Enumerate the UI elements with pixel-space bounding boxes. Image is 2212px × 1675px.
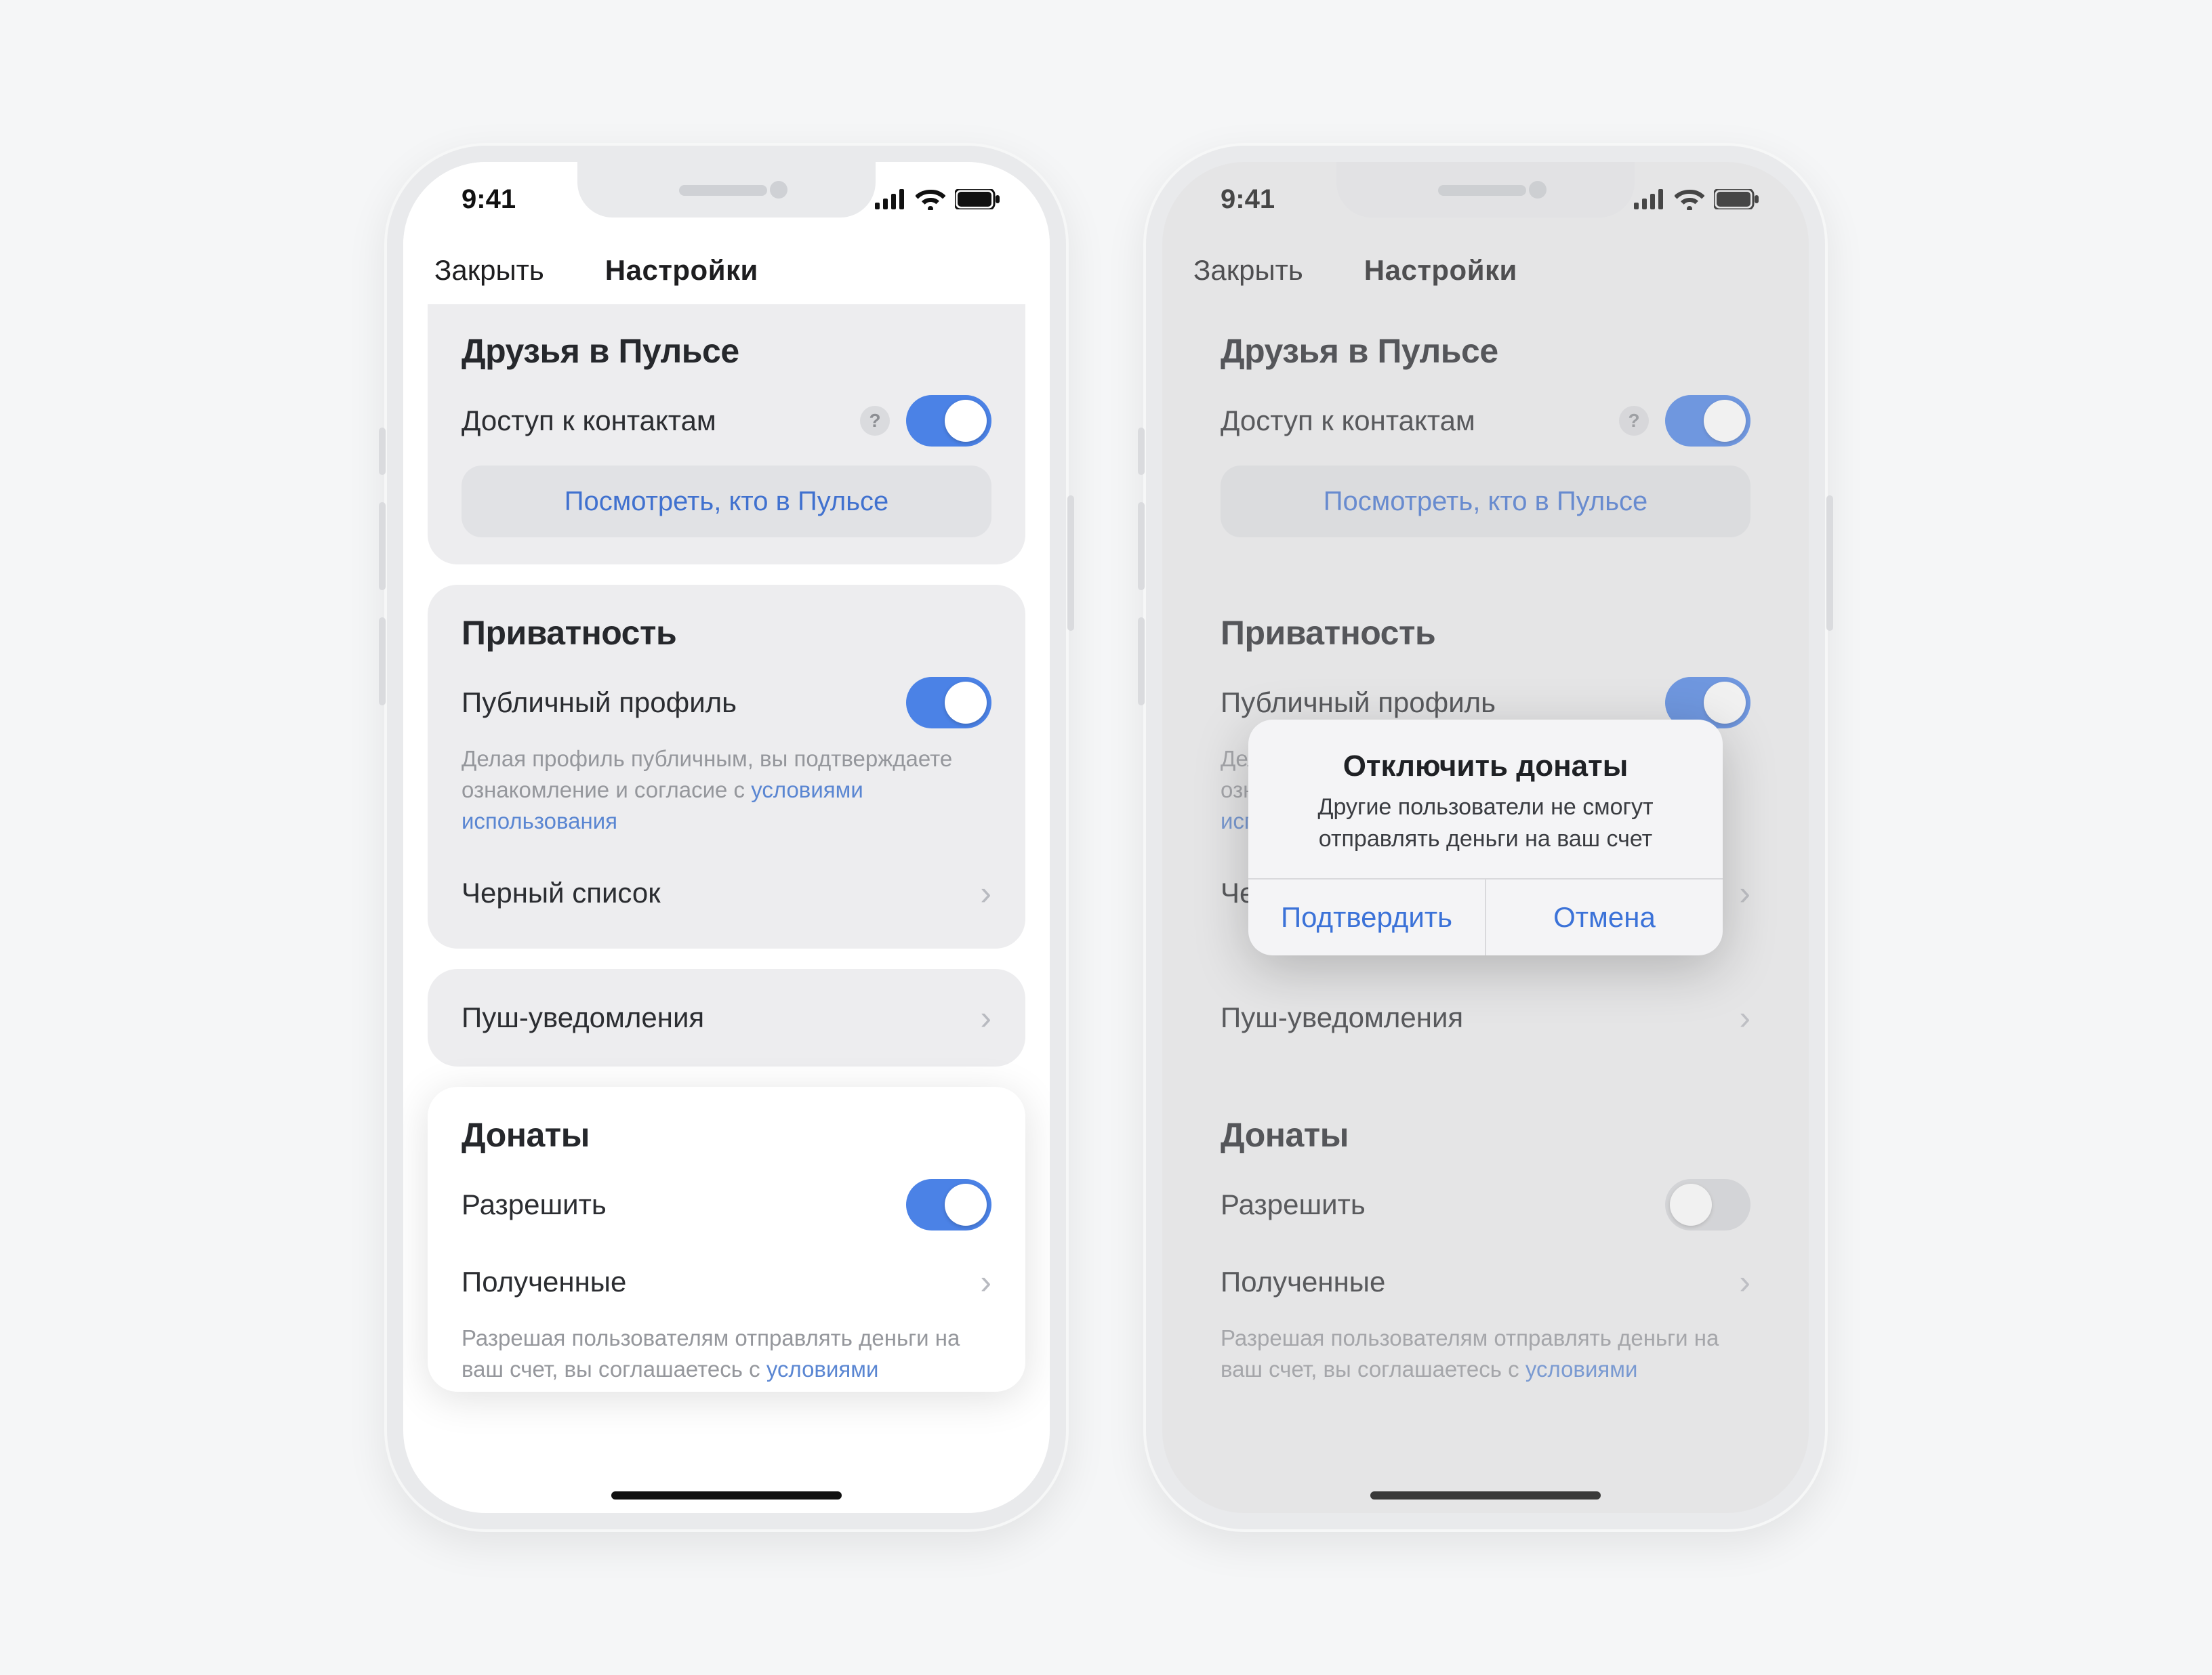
notch — [577, 162, 876, 218]
confirm-dialog: Отключить донаты Другие пользователи не … — [1248, 720, 1723, 955]
view-pulse-button[interactable]: Посмотреть, кто в Пульсе — [462, 466, 991, 537]
alert-message: Другие пользователи не смогут отправлять… — [1275, 791, 1696, 855]
public-profile-label: Публичный профиль — [462, 686, 737, 719]
battery-icon — [955, 189, 1000, 209]
alert-title: Отключить донаты — [1275, 749, 1696, 783]
push-label: Пуш-уведомления — [462, 1001, 704, 1034]
contacts-label: Доступ к контактам — [462, 405, 716, 437]
allow-toggle[interactable] — [906, 1179, 991, 1231]
received-row[interactable]: Полученные › — [462, 1247, 991, 1317]
confirm-button[interactable]: Подтвердить — [1248, 880, 1485, 955]
cancel-button[interactable]: Отмена — [1485, 880, 1723, 955]
cellular-icon — [875, 189, 906, 209]
screen: 9:41 Закрыть Настройки Друзья в Пульсе Д… — [403, 162, 1050, 1513]
wifi-icon — [916, 188, 945, 210]
navbar: Закрыть Настройки — [403, 236, 1050, 304]
home-indicator[interactable] — [611, 1491, 842, 1500]
chevron-right-icon: › — [980, 998, 991, 1037]
contacts-row: Доступ к контактам ? — [462, 386, 991, 456]
phone-mockup-left: 9:41 Закрыть Настройки Друзья в Пульсе Д… — [384, 143, 1069, 1532]
help-icon[interactable]: ? — [860, 406, 890, 436]
alert-backdrop[interactable]: Отключить донаты Другие пользователи не … — [1162, 162, 1809, 1513]
donates-title: Донаты — [462, 1115, 991, 1155]
chevron-right-icon: › — [980, 1262, 991, 1302]
status-icons — [875, 188, 1000, 210]
allow-row: Разрешить — [462, 1170, 991, 1240]
content[interactable]: Друзья в Пульсе Доступ к контактам ? Пос… — [403, 304, 1050, 1513]
privacy-title: Приватность — [462, 613, 991, 653]
push-card[interactable]: Пуш-уведомления › — [428, 969, 1025, 1067]
contacts-toggle[interactable] — [906, 395, 991, 447]
donates-terms-link[interactable]: условиями — [766, 1357, 879, 1382]
page-title: Настройки — [605, 254, 758, 287]
blacklist-row[interactable]: Черный список › — [462, 858, 991, 928]
donates-helper: Разрешая пользователям отправлять деньги… — [462, 1317, 991, 1392]
public-profile-toggle[interactable] — [906, 677, 991, 728]
screen: 9:41 Закрыть Настройки Друзья в Пульсе Д… — [1162, 162, 1809, 1513]
received-label: Полученные — [462, 1266, 626, 1298]
blacklist-label: Черный список — [462, 877, 661, 909]
privacy-card: Приватность Публичный профиль Делая проф… — [428, 585, 1025, 949]
chevron-right-icon: › — [980, 873, 991, 913]
donates-card: Донаты Разрешить Полученные › Разрешая п… — [428, 1087, 1025, 1392]
privacy-helper: Делая профиль публичным, вы подтверждает… — [462, 738, 991, 858]
allow-label: Разрешить — [462, 1188, 607, 1221]
status-time: 9:41 — [462, 184, 516, 215]
public-profile-row: Публичный профиль — [462, 667, 991, 738]
phone-mockup-right: 9:41 Закрыть Настройки Друзья в Пульсе Д… — [1143, 143, 1828, 1532]
close-button[interactable]: Закрыть — [434, 254, 544, 287]
friends-title: Друзья в Пульсе — [462, 331, 991, 371]
